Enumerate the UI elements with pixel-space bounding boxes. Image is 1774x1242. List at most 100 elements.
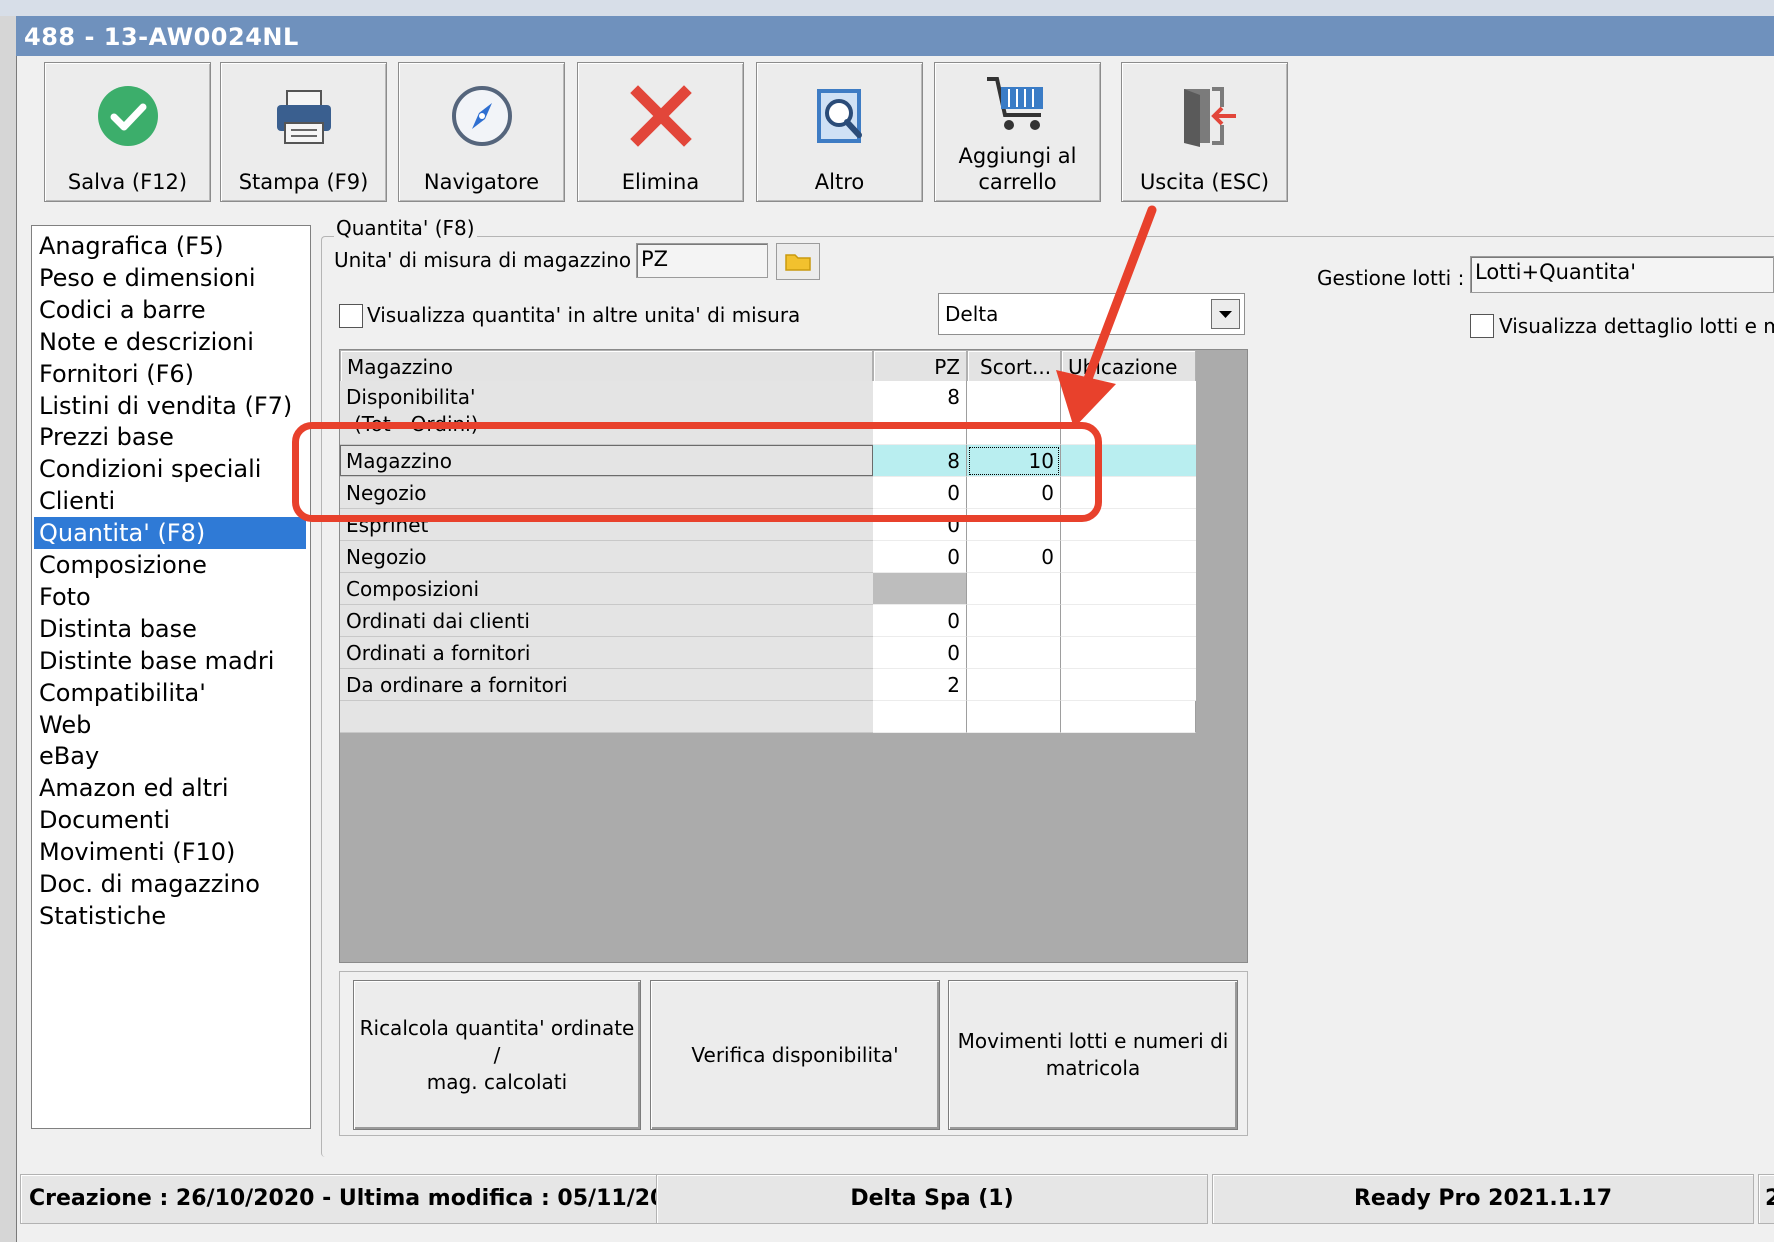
sidebar-item[interactable]: Clienti (34, 485, 306, 517)
save-button[interactable]: Salva (F12) (44, 62, 211, 202)
lot-movements-label-line2: matricola (1045, 1056, 1141, 1080)
uom-browse-button[interactable] (776, 243, 820, 280)
cart-icon (986, 77, 1043, 130)
exit-button[interactable]: Uscita (ESC) (1121, 62, 1288, 202)
sidebar-item[interactable]: Distinta base (34, 613, 306, 645)
show-other-uom-checkbox[interactable] (339, 304, 363, 328)
lot-movements-label-line1: Movimenti lotti e numeri di (957, 1029, 1229, 1053)
add-to-cart-label-line2: carrello (978, 170, 1057, 194)
grid-row-label: Negozio (340, 541, 873, 573)
more-label: Altro (814, 170, 865, 194)
show-other-uom-label: Visualizza quantita' in altre unita' di … (367, 303, 801, 327)
grid-row-name: Ordinati a fornitori (346, 641, 531, 665)
add-to-cart-button[interactable]: Aggiungi al carrello (934, 62, 1101, 202)
grid-cell-ubicazione[interactable] (1061, 637, 1196, 669)
sidebar-item[interactable]: Anagrafica (F5) (34, 230, 306, 262)
sidebar-item[interactable]: Fornitori (F6) (34, 358, 306, 390)
grid-cell-ubicazione[interactable] (1061, 541, 1196, 573)
delete-button[interactable]: Elimina (577, 62, 744, 202)
grid-cell-scorta[interactable] (967, 573, 1061, 605)
folder-icon (785, 254, 811, 271)
grid-row-label: Da ordinare a fornitori (340, 669, 873, 701)
dropdown-button[interactable] (1211, 299, 1240, 329)
grid-cell-ubicazione[interactable] (1061, 669, 1196, 701)
add-to-cart-label-line1: Aggiungi al (958, 144, 1077, 168)
exit-door-icon (1183, 87, 1236, 147)
company-select-value: Delta (945, 302, 999, 326)
uom-label: Unita' di misura di magazzino : (334, 248, 645, 272)
sidebar-item[interactable]: Condizioni speciali (34, 453, 306, 485)
grid-cell-pz[interactable]: 0 (873, 541, 967, 573)
sidebar-item[interactable]: Foto (34, 581, 306, 613)
verify-availability-button[interactable]: Verifica disponibilita' (650, 980, 940, 1130)
grid-cell-pz[interactable] (873, 573, 967, 605)
verify-label: Verifica disponibilita' (691, 1042, 899, 1067)
status-bar: Creazione : 26/10/2020 - Ultima modifica… (20, 1174, 1774, 1224)
navigator-button[interactable]: Navigatore (398, 62, 565, 202)
sidebar-item[interactable]: Listini di vendita (F7) (34, 390, 306, 422)
window-title: 488 - 13-AW0024NL (24, 23, 299, 51)
lot-movements-button[interactable]: Movimenti lotti e numeri di matricola (948, 980, 1238, 1130)
sidebar-item[interactable]: Quantita' (F8) (34, 517, 306, 550)
sidebar-item[interactable]: Codici a barre (34, 294, 306, 326)
print-button[interactable]: Stampa (F9) (220, 62, 387, 202)
navigator-label: Navigatore (423, 170, 540, 194)
highlight-annotation (292, 422, 1102, 522)
printer-icon (276, 90, 331, 144)
grid-header-pz[interactable]: PZ (873, 350, 967, 382)
recalc-button[interactable]: Ricalcola quantita' ordinate / mag. calco… (353, 980, 641, 1130)
sidebar-item[interactable]: Peso e dimensioni (34, 262, 306, 294)
sidebar-item[interactable]: Amazon ed altri (34, 772, 306, 804)
annotation-arrow (1056, 205, 1157, 428)
grid-row-name: Da ordinare a fornitori (346, 673, 568, 697)
grid-header-warehouse[interactable]: Magazzino (340, 350, 873, 382)
grid-row-label: Ordinati a fornitori (340, 637, 873, 669)
grid-cell-ubicazione[interactable] (1061, 605, 1196, 637)
lots-detail-label: Visualizza dettaglio lotti e ma (1499, 314, 1774, 338)
status-extra: 2 (1758, 1174, 1774, 1224)
lots-label: Gestione lotti : (1317, 266, 1465, 290)
sidebar-item[interactable]: Statistiche (34, 900, 306, 932)
sidebar-item[interactable]: Distinte base madri (34, 645, 306, 677)
grid-empty-cell (340, 701, 873, 733)
grid-cell-scorta[interactable] (967, 669, 1061, 701)
sidebar-item[interactable]: Documenti (34, 804, 306, 836)
uom-field[interactable]: PZ (636, 243, 768, 278)
grid-row-name: Composizioni (346, 577, 480, 601)
print-label: Stampa (F9) (238, 170, 369, 194)
grid-row-label: Ordinati dai clienti (340, 605, 873, 637)
grid-row-name: Disponibilita' (346, 385, 476, 409)
recalc-label-line1: Ricalcola quantita' ordinate / (359, 1015, 635, 1067)
sidebar-item[interactable]: Web (34, 709, 306, 741)
grid-row-name: Negozio (346, 545, 427, 569)
lots-detail-checkbox[interactable] (1470, 314, 1494, 338)
quantity-group-title: Quantita' (F8) (334, 216, 477, 240)
background-left (0, 16, 17, 1242)
background-strip (0, 0, 1774, 16)
grid-cell-scorta[interactable]: 0 (967, 541, 1061, 573)
lots-field[interactable]: Lotti+Quantita' (1470, 256, 1774, 293)
grid-cell-pz[interactable]: 2 (873, 669, 967, 701)
delete-label: Elimina (621, 170, 700, 194)
grid-empty-cell (873, 701, 967, 733)
book-search-icon (816, 89, 862, 143)
actions-panel: Ricalcola quantita' ordinate / mag. calco… (339, 971, 1248, 1136)
check-circle-icon (97, 86, 158, 146)
sidebar-item[interactable]: eBay (34, 740, 306, 772)
grid-cell-scorta[interactable] (967, 605, 1061, 637)
sidebar-item[interactable]: Note e descrizioni (34, 326, 306, 358)
sidebar-item[interactable]: Prezzi base (34, 421, 306, 453)
grid-cell-ubicazione[interactable] (1061, 573, 1196, 605)
grid-cell-scorta[interactable] (967, 637, 1061, 669)
more-button[interactable]: Altro (756, 62, 923, 202)
sidebar-item[interactable]: Composizione (34, 549, 306, 581)
chevron-down-icon (1219, 311, 1232, 318)
grid-cell-pz[interactable]: 0 (873, 605, 967, 637)
grid-row-name: Ordinati dai clienti (346, 609, 530, 633)
grid-cell-pz[interactable]: 0 (873, 637, 967, 669)
sidebar-item[interactable]: Doc. di magazzino (34, 868, 306, 900)
grid-empty-cell (967, 701, 1061, 733)
sidebar-item[interactable]: Compatibilita' (34, 677, 306, 709)
save-label: Salva (F12) (67, 170, 188, 194)
sidebar-item[interactable]: Movimenti (F10) (34, 836, 306, 868)
